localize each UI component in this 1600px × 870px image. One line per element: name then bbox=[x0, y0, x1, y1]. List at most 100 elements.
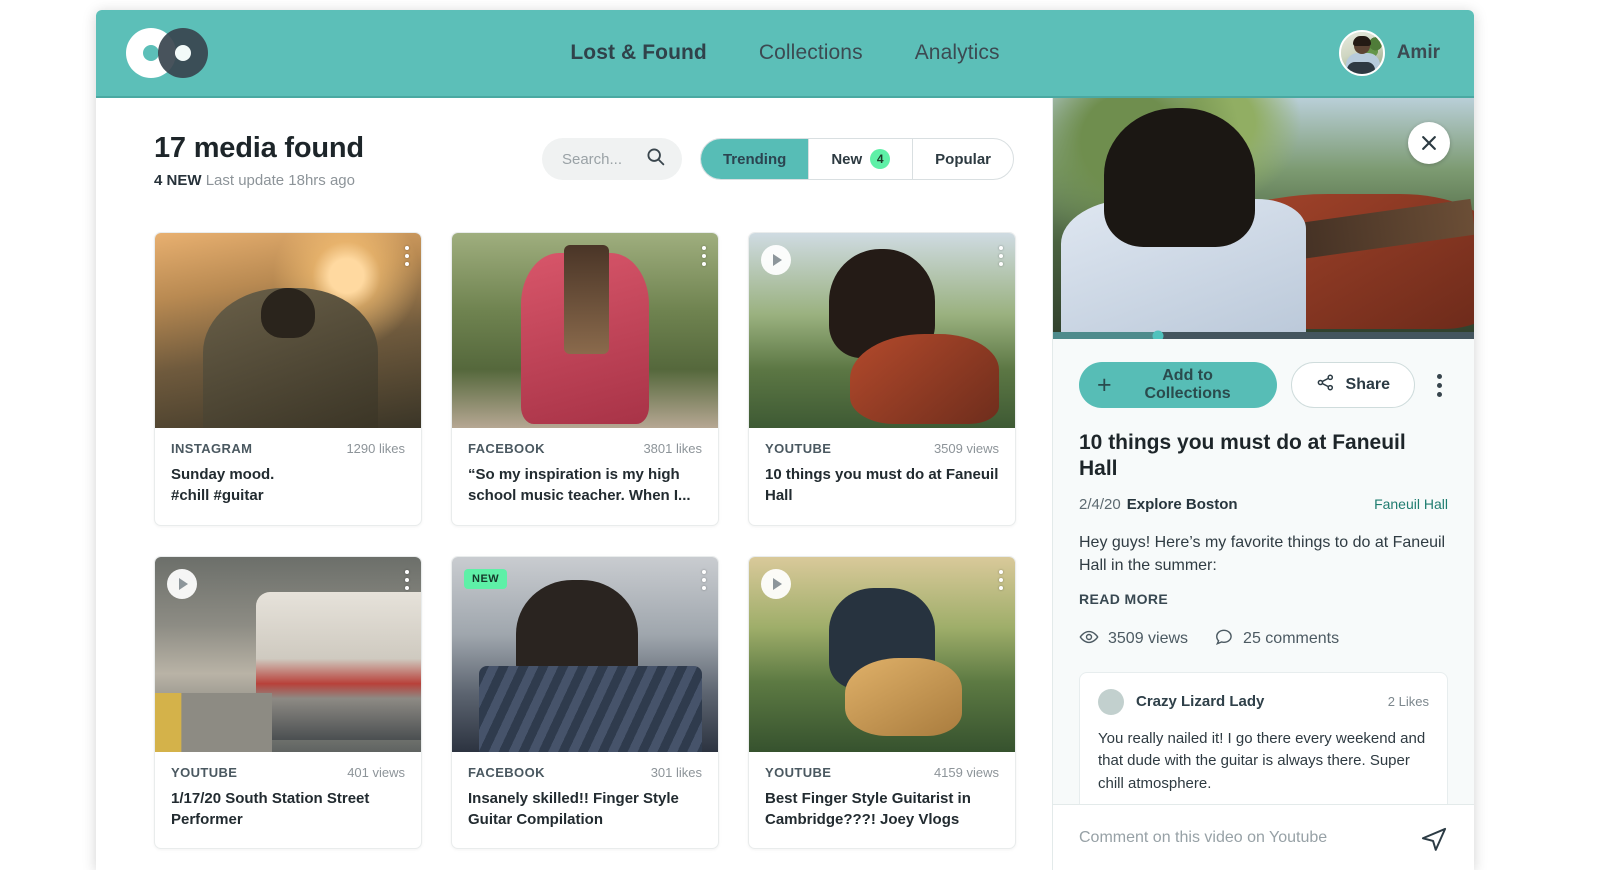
card-caption: Insanely skilled!! Finger Style Guitar C… bbox=[468, 789, 679, 828]
card-source: YOUTUBE bbox=[171, 764, 238, 780]
media-card[interactable]: YOUTUBE 3509 views 10 things you must do… bbox=[748, 232, 1016, 526]
card-menu-icon[interactable] bbox=[702, 569, 706, 590]
comment-bubble-icon bbox=[1214, 627, 1234, 652]
card-stat: 1290 likes bbox=[346, 441, 405, 456]
detail-date: 2/4/20 bbox=[1079, 495, 1121, 513]
video-progress-bar[interactable] bbox=[1053, 330, 1474, 339]
media-card-grid: INSTAGRAM 1290 likes Sunday mood. #chill … bbox=[96, 216, 1052, 850]
avatar bbox=[1338, 30, 1385, 76]
plus-icon: + bbox=[1097, 370, 1112, 399]
comments-count: 25 comments bbox=[1243, 630, 1340, 648]
card-thumbnail[interactable] bbox=[749, 233, 1015, 428]
card-meta: FACEBOOK 301 likes bbox=[452, 752, 718, 780]
card-source: INSTAGRAM bbox=[171, 441, 253, 456]
play-icon[interactable] bbox=[167, 568, 197, 599]
media-card[interactable]: YOUTUBE 4159 views Best Finger Style Gui… bbox=[748, 555, 1016, 850]
card-source: YOUTUBE bbox=[765, 764, 832, 780]
card-thumbnail[interactable]: NEW bbox=[452, 556, 718, 752]
card-thumbnail[interactable] bbox=[749, 556, 1015, 752]
card-caption: “So my inspiration is my high school mus… bbox=[468, 466, 691, 505]
nav-item-analytics[interactable]: Analytics bbox=[915, 41, 1000, 65]
filter-trending[interactable]: Trending bbox=[700, 139, 810, 179]
results-header: 17 media found 4 NEW Last update 18hrs a… bbox=[96, 132, 1052, 216]
card-menu-icon[interactable] bbox=[702, 246, 706, 266]
content-area: 17 media found 4 NEW Last update 18hrs a… bbox=[96, 98, 1474, 870]
detail-panel: + Add to Collections Share 10 things you… bbox=[1052, 98, 1474, 870]
card-menu-icon[interactable] bbox=[999, 569, 1003, 590]
views-stat: 3509 views bbox=[1079, 627, 1188, 652]
card-caption: 10 things you must do at Faneuil Hall bbox=[765, 466, 999, 505]
card-thumbnail[interactable] bbox=[452, 233, 718, 428]
user-name: Amir bbox=[1396, 42, 1440, 63]
detail-hero-media[interactable] bbox=[1053, 98, 1474, 339]
card-caption: 1/17/20 South Station Street Performer bbox=[171, 789, 370, 828]
card-source: FACEBOOK bbox=[468, 764, 545, 780]
more-options-icon[interactable] bbox=[1431, 366, 1448, 405]
card-caption: Sunday mood. #chill #guitar bbox=[171, 466, 275, 505]
play-icon[interactable] bbox=[761, 245, 791, 275]
filter-popular[interactable]: Popular bbox=[913, 139, 1013, 179]
new-count: 4 NEW bbox=[154, 172, 202, 189]
views-count: 3509 views bbox=[1108, 630, 1189, 648]
comment-avatar bbox=[1098, 688, 1124, 715]
send-icon bbox=[1421, 827, 1447, 851]
filter-popular-label: Popular bbox=[935, 150, 991, 168]
comment-likes: 2 Likes bbox=[1387, 694, 1429, 710]
results-subtitle: 4 NEW Last update 18hrs ago bbox=[154, 172, 364, 189]
card-stat: 3509 views bbox=[933, 441, 999, 456]
eye-icon bbox=[1079, 627, 1099, 652]
card-source: YOUTUBE bbox=[765, 441, 832, 456]
filter-new[interactable]: New 4 bbox=[809, 139, 914, 179]
send-button[interactable] bbox=[1420, 824, 1448, 852]
filter-trending-label: Trending bbox=[722, 150, 787, 168]
detail-actions: + Add to Collections Share bbox=[1079, 339, 1448, 408]
share-icon bbox=[1316, 373, 1335, 397]
card-caption: Best Finger Style Guitarist in Cambridge… bbox=[765, 789, 971, 828]
new-badge: NEW bbox=[464, 568, 508, 589]
card-stat: 301 likes bbox=[650, 764, 702, 780]
play-icon[interactable] bbox=[761, 568, 791, 599]
card-thumbnail[interactable] bbox=[155, 556, 421, 752]
media-card[interactable]: FACEBOOK 3801 likes “So my inspiration i… bbox=[451, 232, 719, 526]
card-menu-icon[interactable] bbox=[405, 246, 409, 266]
detail-title: 10 things you must do at Faneuil Hall bbox=[1079, 431, 1406, 481]
comment-author: Crazy Lizard Lady bbox=[1136, 693, 1265, 711]
card-source: FACEBOOK bbox=[468, 441, 545, 456]
detail-description: Hey guys! Here’s my favorite things to d… bbox=[1079, 533, 1446, 574]
overlapping-circles-logo[interactable] bbox=[126, 28, 208, 78]
page-title: 17 media found bbox=[154, 132, 364, 164]
close-button[interactable] bbox=[1408, 122, 1450, 164]
comment-input[interactable] bbox=[1079, 828, 1420, 847]
share-button[interactable]: Share bbox=[1290, 362, 1415, 408]
read-more-link[interactable]: READ MORE bbox=[1079, 591, 1168, 607]
card-thumbnail[interactable] bbox=[155, 233, 421, 428]
comment-header: Crazy Lizard Lady 2 Likes bbox=[1098, 688, 1429, 715]
video-progress-handle[interactable] bbox=[1152, 330, 1164, 339]
detail-byline: 2/4/20 Explore Boston Faneuil Hall bbox=[1079, 496, 1448, 513]
card-meta: YOUTUBE 401 views bbox=[155, 752, 421, 780]
search-input[interactable] bbox=[561, 150, 640, 168]
add-to-collections-button[interactable]: + Add to Collections bbox=[1079, 362, 1277, 408]
detail-tag[interactable]: Faneuil Hall bbox=[1374, 496, 1448, 512]
logo-circle-dark bbox=[158, 28, 208, 78]
comment-compose-bar bbox=[1053, 804, 1474, 870]
media-card[interactable]: NEW FACEBOOK 301 likes Insanely skilled!… bbox=[451, 555, 719, 850]
filter-new-badge: 4 bbox=[870, 149, 891, 169]
nav-item-collections[interactable]: Collections bbox=[759, 41, 863, 65]
results-toolbar: Trending New 4 Popular bbox=[541, 132, 1014, 180]
search-icon bbox=[645, 146, 666, 172]
comments-stat: 25 comments bbox=[1214, 627, 1339, 652]
media-card[interactable]: INSTAGRAM 1290 likes Sunday mood. #chill … bbox=[154, 232, 422, 526]
nav-item-lost-and-found[interactable]: Lost & Found bbox=[570, 41, 707, 65]
user-menu[interactable]: Amir bbox=[1338, 30, 1440, 76]
video-progress-fill bbox=[1053, 332, 1159, 339]
card-meta: YOUTUBE 4159 views bbox=[749, 752, 1015, 780]
share-label: Share bbox=[1345, 376, 1390, 393]
filter-segmented-control: Trending New 4 Popular bbox=[699, 138, 1014, 180]
card-menu-icon[interactable] bbox=[999, 246, 1003, 266]
media-card[interactable]: YOUTUBE 401 views 1/17/20 South Station … bbox=[154, 555, 422, 850]
close-icon bbox=[1422, 136, 1436, 150]
app-window: Lost & Found Collections Analytics Amir … bbox=[96, 10, 1474, 870]
search-box[interactable] bbox=[541, 138, 682, 180]
card-menu-icon[interactable] bbox=[405, 569, 409, 590]
